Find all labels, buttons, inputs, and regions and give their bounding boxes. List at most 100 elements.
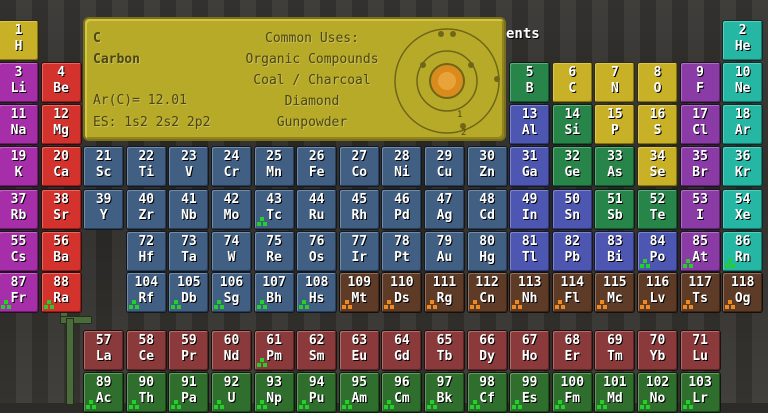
element-cell-y[interactable]: 39 Y: [83, 189, 125, 230]
element-cell-th[interactable]: 90 Th: [125, 372, 167, 413]
element-cell-zr[interactable]: 40 Zr: [125, 189, 167, 230]
element-cell-te[interactable]: 52 Te: [637, 189, 678, 230]
element-cell-xe[interactable]: 54 Xe: [722, 189, 764, 230]
element-cell-la[interactable]: 57 La: [83, 330, 125, 371]
element-cell-eu[interactable]: 63 Eu: [338, 330, 380, 371]
element-cell-n[interactable]: 7N: [594, 62, 636, 103]
element-cell-ar[interactable]: 18 Ar: [722, 104, 764, 145]
element-cell-au[interactable]: 79 Au: [424, 231, 465, 272]
element-cell-lr[interactable]: 103 Lr: [679, 372, 721, 413]
element-cell-k[interactable]: 19 K: [0, 146, 39, 187]
element-cell-mc[interactable]: 115 Mc: [594, 272, 636, 313]
element-cell-no[interactable]: 102 No: [637, 372, 678, 413]
element-cell-mo[interactable]: 42 Mo: [211, 189, 252, 230]
element-cell-ni[interactable]: 28 Ni: [381, 146, 423, 187]
element-cell-ce[interactable]: 58 Ce: [125, 330, 167, 371]
element-cell-br[interactable]: 35 Br: [679, 146, 721, 187]
element-cell-ir[interactable]: 77 Ir: [338, 231, 380, 272]
element-cell-cs[interactable]: 55 Cs: [0, 231, 39, 272]
element-cell-cl[interactable]: 17 Cl: [679, 104, 721, 145]
element-cell-at[interactable]: 85 At: [679, 231, 721, 272]
element-cell-nd[interactable]: 60 Nd: [211, 330, 252, 371]
element-cell-ac[interactable]: 89 Ac: [83, 372, 125, 413]
element-cell-se[interactable]: 34 Se: [637, 146, 678, 187]
element-cell-cd[interactable]: 48 Cd: [466, 189, 508, 230]
element-cell-mn[interactable]: 25 Mn: [253, 146, 295, 187]
element-cell-rn[interactable]: 86 Rn: [722, 231, 764, 272]
element-cell-tl[interactable]: 81 Tl: [509, 231, 551, 272]
element-cell-am[interactable]: 95 Am: [338, 372, 380, 413]
element-cell-cf[interactable]: 98 Cf: [466, 372, 508, 413]
element-cell-rh[interactable]: 45 Rh: [338, 189, 380, 230]
element-cell-fr[interactable]: 87 Fr: [0, 272, 39, 313]
element-cell-pd[interactable]: 46 Pd: [381, 189, 423, 230]
element-cell-np[interactable]: 93 Np: [253, 372, 295, 413]
element-cell-rb[interactable]: 37 Rb: [0, 189, 39, 230]
element-cell-ca[interactable]: 20 Ca: [40, 146, 82, 187]
element-cell-tc[interactable]: 43 Tc: [253, 189, 295, 230]
element-cell-md[interactable]: 101 Md: [594, 372, 636, 413]
element-cell-sn[interactable]: 50 Sn: [551, 189, 593, 230]
element-cell-hf[interactable]: 72 Hf: [125, 231, 167, 272]
element-cell-gd[interactable]: 64 Gd: [381, 330, 423, 371]
element-cell-c[interactable]: 6C: [551, 62, 593, 103]
element-cell-sc[interactable]: 21 Sc: [83, 146, 125, 187]
element-cell-s[interactable]: 16 S: [637, 104, 678, 145]
element-cell-v[interactable]: 23 V: [168, 146, 210, 187]
element-cell-yb[interactable]: 70 Yb: [637, 330, 678, 371]
element-cell-mg[interactable]: 12 Mg: [40, 104, 82, 145]
element-cell-bi[interactable]: 83 Bi: [594, 231, 636, 272]
element-cell-pt[interactable]: 78 Pt: [381, 231, 423, 272]
element-cell-sb[interactable]: 51 Sb: [594, 189, 636, 230]
element-cell-pb[interactable]: 82 Pb: [551, 231, 593, 272]
element-cell-ds[interactable]: 110 Ds: [381, 272, 423, 313]
element-cell-cr[interactable]: 24 Cr: [211, 146, 252, 187]
element-cell-lu[interactable]: 71 Lu: [679, 330, 721, 371]
element-cell-ge[interactable]: 32 Ge: [551, 146, 593, 187]
element-cell-li[interactable]: 3 Li: [0, 62, 39, 103]
element-cell-w[interactable]: 74 W: [211, 231, 252, 272]
element-cell-mt[interactable]: 109 Mt: [338, 272, 380, 313]
element-cell-fm[interactable]: 100 Fm: [551, 372, 593, 413]
element-cell-in[interactable]: 49 In: [509, 189, 551, 230]
element-cell-he[interactable]: 2 He: [722, 20, 764, 61]
element-cell-tm[interactable]: 69 Tm: [594, 330, 636, 371]
element-cell-f[interactable]: 9F: [679, 62, 721, 103]
element-cell-al[interactable]: 13 Al: [509, 104, 551, 145]
element-cell-hg[interactable]: 80 Hg: [466, 231, 508, 272]
element-cell-p[interactable]: 15 P: [594, 104, 636, 145]
element-cell-er[interactable]: 68 Er: [551, 330, 593, 371]
element-cell-ru[interactable]: 44 Ru: [296, 189, 338, 230]
element-cell-pm[interactable]: 61 Pm: [253, 330, 295, 371]
element-cell-og[interactable]: 118 Og: [722, 272, 764, 313]
element-cell-dy[interactable]: 66 Dy: [466, 330, 508, 371]
element-cell-ba[interactable]: 56 Ba: [40, 231, 82, 272]
element-cell-ra[interactable]: 88 Ra: [40, 272, 82, 313]
element-cell-o[interactable]: 8O: [637, 62, 678, 103]
element-cell-ta[interactable]: 73 Ta: [168, 231, 210, 272]
element-cell-fe[interactable]: 26 Fe: [296, 146, 338, 187]
element-cell-rg[interactable]: 111 Rg: [424, 272, 465, 313]
element-cell-ts[interactable]: 117 Ts: [679, 272, 721, 313]
element-cell-u[interactable]: 92 U: [211, 372, 252, 413]
element-cell-zn[interactable]: 30 Zn: [466, 146, 508, 187]
element-cell-i[interactable]: 53 I: [679, 189, 721, 230]
element-cell-ga[interactable]: 31 Ga: [509, 146, 551, 187]
element-cell-be[interactable]: 4 Be: [40, 62, 82, 103]
element-cell-si[interactable]: 14 Si: [551, 104, 593, 145]
element-cell-sm[interactable]: 62 Sm: [296, 330, 338, 371]
element-cell-pa[interactable]: 91 Pa: [168, 372, 210, 413]
element-cell-es[interactable]: 99 Es: [509, 372, 551, 413]
element-cell-db[interactable]: 105 Db: [168, 272, 210, 313]
element-cell-b[interactable]: 5B: [509, 62, 551, 103]
element-cell-bh[interactable]: 107 Bh: [253, 272, 295, 313]
element-cell-na[interactable]: 11 Na: [0, 104, 39, 145]
element-cell-kr[interactable]: 36 Kr: [722, 146, 764, 187]
element-cell-ag[interactable]: 47 Ag: [424, 189, 465, 230]
element-cell-nb[interactable]: 41 Nb: [168, 189, 210, 230]
element-cell-hs[interactable]: 108 Hs: [296, 272, 338, 313]
element-cell-os[interactable]: 76 Os: [296, 231, 338, 272]
element-cell-cu[interactable]: 29 Cu: [424, 146, 465, 187]
element-cell-nh[interactable]: 113 Nh: [509, 272, 551, 313]
element-cell-bk[interactable]: 97 Bk: [424, 372, 465, 413]
